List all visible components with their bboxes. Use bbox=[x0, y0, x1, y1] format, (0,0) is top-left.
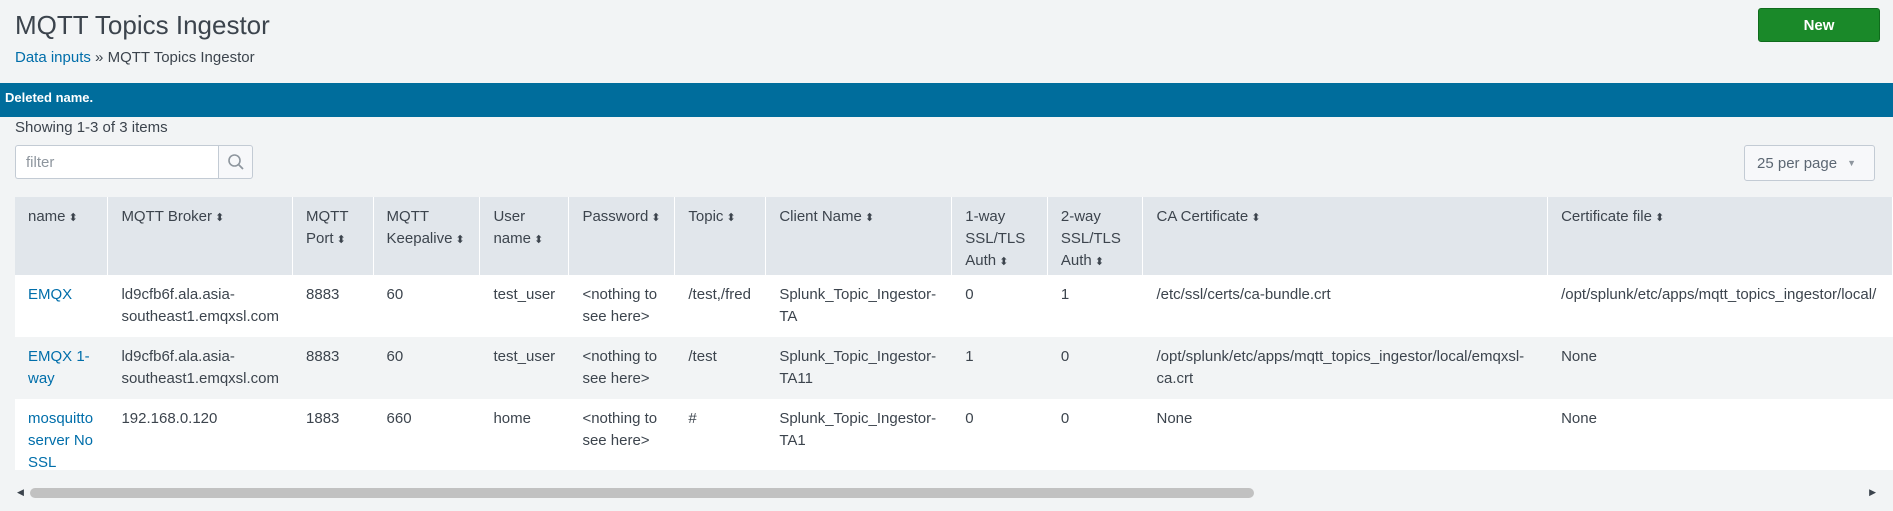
column-header-4[interactable]: User name ⬍ bbox=[479, 197, 570, 275]
column-header-label: name bbox=[28, 208, 66, 225]
table-cell: ld9cfb6f.ala.asia-southeast1.emqxsl.com bbox=[107, 275, 293, 337]
search-button[interactable] bbox=[218, 145, 253, 179]
table-cell: 1 bbox=[1047, 275, 1143, 337]
breadcrumb-current: MQTT Topics Ingestor bbox=[107, 49, 255, 66]
horizontal-scrollbar[interactable]: ◀ ▶ bbox=[15, 485, 1878, 501]
column-header-label: Certificate file bbox=[1561, 208, 1652, 225]
table-cell: <nothing to see here> bbox=[568, 275, 675, 337]
table-cell: <nothing to see here> bbox=[568, 399, 675, 470]
flash-message: Deleted name. bbox=[0, 83, 1893, 117]
sort-icon: ⬍ bbox=[726, 212, 736, 224]
search-icon bbox=[227, 154, 244, 170]
table-header-row: name ⬍ MQTT Broker ⬍ MQTT Port ⬍ MQTT Keepaliv… bbox=[15, 197, 1893, 275]
table-cell: EMQX bbox=[15, 275, 108, 337]
sort-icon: ⬍ bbox=[455, 234, 465, 246]
table-cell: /etc/ssl/certs/ca-bundle.crt bbox=[1142, 275, 1548, 337]
caret-down-icon: ▼ bbox=[1847, 158, 1856, 168]
breadcrumb-separator: » bbox=[90, 49, 108, 66]
input-name-link[interactable]: EMQX bbox=[28, 286, 72, 303]
column-header-3[interactable]: MQTT Keepalive ⬍ bbox=[373, 197, 481, 275]
table-cell: Splunk_Topic_Ingestor-TA11 bbox=[765, 337, 952, 399]
table-cell: None bbox=[1547, 399, 1893, 470]
sort-icon: ⬍ bbox=[864, 212, 875, 224]
sort-icon: ⬍ bbox=[1094, 256, 1104, 268]
table-cell: mosquitto server No SSL bbox=[15, 399, 108, 470]
sort-icon: ⬍ bbox=[215, 212, 225, 224]
column-header-label: 2-way SSL/TLS Auth bbox=[1060, 208, 1121, 269]
column-header-0[interactable]: name ⬍ bbox=[15, 197, 109, 275]
table-cell: None bbox=[1142, 399, 1548, 470]
column-header-label: Topic bbox=[688, 208, 724, 225]
table-row: EMQX ld9cfb6f.ala.asia-southeast1.emqxsl.… bbox=[15, 275, 1893, 337]
breadcrumb: Data inputs » MQTT Topics Ingestor bbox=[15, 49, 255, 66]
new-button[interactable]: New bbox=[1758, 8, 1880, 42]
table-cell: None bbox=[1547, 337, 1893, 399]
filter-box bbox=[15, 145, 253, 179]
filter-input[interactable] bbox=[15, 145, 218, 179]
table-cell: 660 bbox=[373, 399, 480, 470]
column-header-2[interactable]: MQTT Port ⬍ bbox=[292, 197, 374, 275]
column-header-9[interactable]: 2-way SSL/TLS Auth ⬍ bbox=[1047, 197, 1144, 275]
table-cell: 1 bbox=[951, 337, 1048, 399]
table-cell: 60 bbox=[373, 275, 480, 337]
table-cell: /test,/fred bbox=[674, 275, 766, 337]
per-page-value: 25 per page bbox=[1757, 154, 1838, 172]
table-cell: ld9cfb6f.ala.asia-southeast1.emqxsl.com bbox=[107, 337, 293, 399]
column-header-6[interactable]: Topic ⬍ bbox=[674, 197, 767, 275]
column-header-label: Client Name bbox=[779, 208, 862, 225]
input-name-link[interactable]: EMQX 1-way bbox=[28, 348, 90, 387]
table-row: EMQX 1-way ld9cfb6f.ala.asia-southeast1.e… bbox=[15, 337, 1893, 399]
input-name-link[interactable]: mosquitto server No SSL bbox=[28, 410, 93, 470]
column-header-label: MQTT Broker bbox=[121, 208, 213, 225]
breadcrumb-link-data-inputs[interactable]: Data inputs bbox=[15, 49, 91, 66]
table-row: mosquitto server No SSL 192.168.0.120 1883… bbox=[15, 399, 1893, 470]
table-cell: # bbox=[674, 399, 766, 470]
scroll-right-arrow-icon[interactable]: ▶ bbox=[1869, 487, 1876, 498]
table-body: EMQX ld9cfb6f.ala.asia-southeast1.emqxsl.… bbox=[15, 275, 1893, 470]
table-cell: 1883 bbox=[292, 399, 374, 470]
sort-icon: ⬍ bbox=[1654, 212, 1665, 224]
column-header-label: CA Certificate bbox=[1156, 208, 1249, 225]
table-cell: <nothing to see here> bbox=[568, 337, 675, 399]
table-cell: EMQX 1-way bbox=[15, 337, 108, 399]
data-inputs-table: name ⬍ MQTT Broker ⬍ MQTT Port ⬍ MQTT Keepaliv… bbox=[15, 197, 1893, 470]
table-cell: /opt/splunk/etc/apps/mqtt_topics_ingesto… bbox=[1142, 337, 1548, 399]
page-title: MQTT Topics Ingestor bbox=[15, 10, 270, 40]
table-cell: 0 bbox=[951, 275, 1048, 337]
table-cell: 60 bbox=[373, 337, 480, 399]
table-cell: Splunk_Topic_Ingestor-TA1 bbox=[765, 399, 952, 470]
sort-icon: ⬍ bbox=[68, 212, 78, 224]
table-cell: test_user bbox=[479, 275, 569, 337]
column-header-label: User name bbox=[493, 208, 531, 247]
sort-icon: ⬍ bbox=[651, 212, 661, 224]
column-header-label: Password bbox=[582, 208, 649, 225]
column-header-8[interactable]: 1-way SSL/TLS Auth ⬍ bbox=[951, 197, 1048, 275]
column-header-label: 1-way SSL/TLS Auth bbox=[965, 208, 1026, 269]
table-cell: home bbox=[479, 399, 569, 470]
table-cell: Splunk_Topic_Ingestor-TA bbox=[765, 275, 952, 337]
table-cell: /opt/splunk/etc/apps/mqtt_topics_ingesto… bbox=[1547, 275, 1893, 337]
scroll-left-arrow-icon[interactable]: ◀ bbox=[17, 487, 24, 498]
sort-icon: ⬍ bbox=[533, 234, 544, 246]
table-cell: 8883 bbox=[292, 337, 374, 399]
item-count: Showing 1-3 of 3 items bbox=[15, 119, 168, 136]
column-header-5[interactable]: Password ⬍ bbox=[568, 197, 676, 275]
column-header-1[interactable]: MQTT Broker ⬍ bbox=[107, 197, 294, 275]
table-cell: 0 bbox=[1047, 399, 1143, 470]
column-header-7[interactable]: Client Name ⬍ bbox=[765, 197, 953, 275]
table-cell: 0 bbox=[1047, 337, 1143, 399]
column-header-10[interactable]: CA Certificate ⬍ bbox=[1142, 197, 1549, 275]
scrollbar-thumb[interactable] bbox=[30, 488, 1254, 498]
sort-icon: ⬍ bbox=[1251, 212, 1261, 224]
per-page-select[interactable]: 25 per page ▼ bbox=[1744, 145, 1875, 181]
table-cell: 192.168.0.120 bbox=[107, 399, 293, 470]
column-header-11[interactable]: Certificate file ⬍ bbox=[1547, 197, 1893, 275]
table-cell: 0 bbox=[951, 399, 1048, 470]
table-cell: test_user bbox=[479, 337, 569, 399]
column-header-label: MQTT Keepalive bbox=[386, 208, 453, 247]
sort-icon: ⬍ bbox=[999, 256, 1009, 268]
sort-icon: ⬍ bbox=[336, 234, 346, 246]
table-cell: 8883 bbox=[292, 275, 374, 337]
table-cell: /test bbox=[674, 337, 766, 399]
